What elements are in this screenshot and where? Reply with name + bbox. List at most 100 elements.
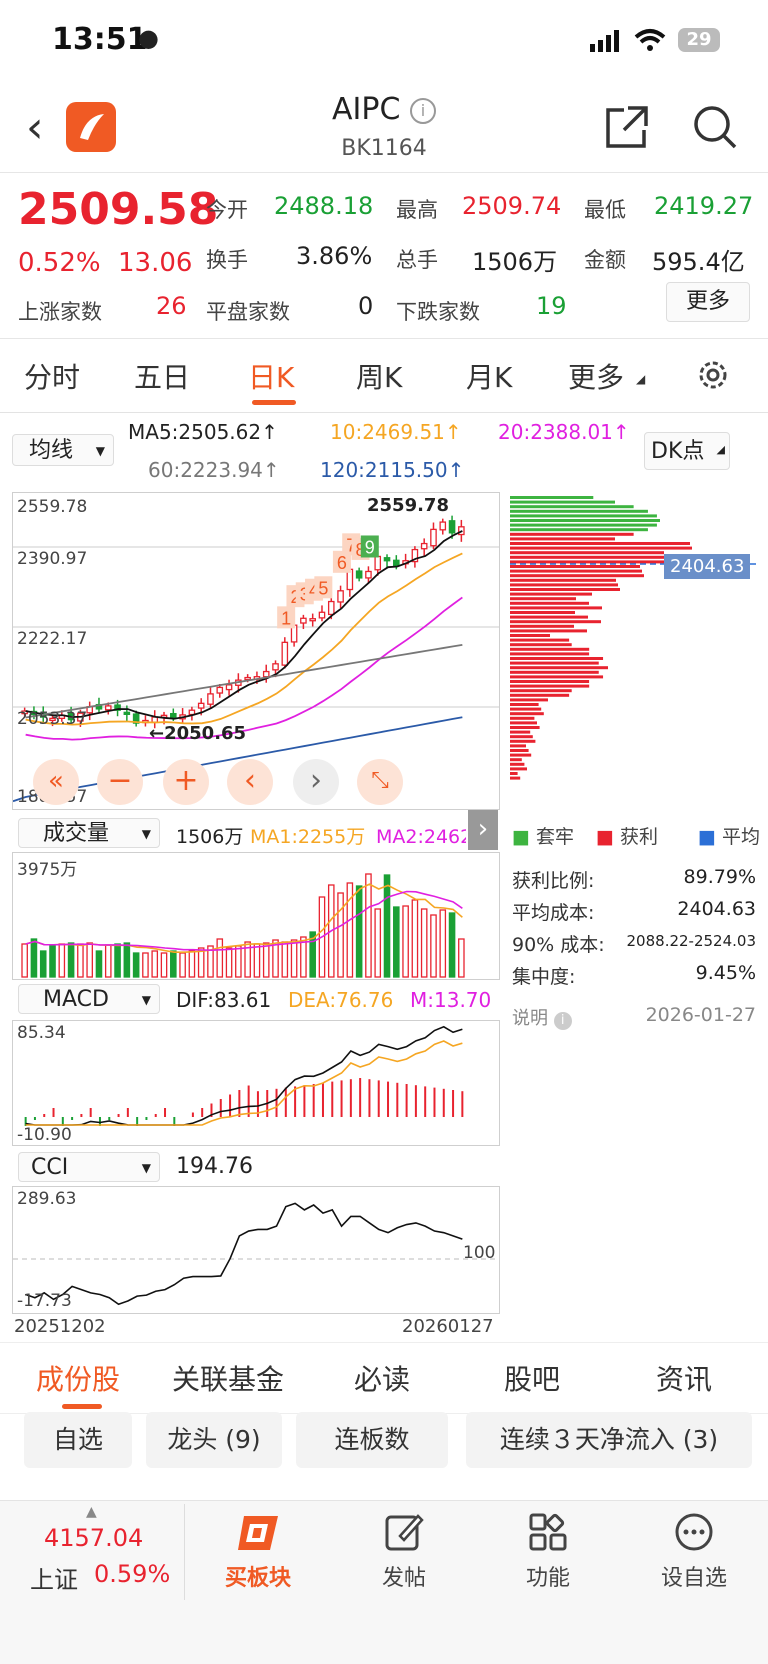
chip-bar xyxy=(510,776,521,780)
macd-tick-bottom: -10.90 xyxy=(17,1125,72,1145)
volume-indicator-select[interactable]: 成交量 ▼ xyxy=(18,818,160,848)
volume-bar xyxy=(58,943,66,978)
share-icon[interactable] xyxy=(604,104,650,150)
macd-select[interactable]: MACD ▼ xyxy=(18,984,160,1014)
tab-must-read[interactable]: 必读 xyxy=(354,1358,410,1398)
low-value: 2419.27 xyxy=(654,192,754,220)
nav-functions[interactable]: 功能 xyxy=(498,1560,598,1592)
chip-bar xyxy=(510,615,588,619)
cci-select[interactable]: CCI ▼ xyxy=(18,1152,160,1182)
dropdown-arrow-icon: ▼ xyxy=(141,827,151,841)
tab-weekly-k[interactable]: 周K xyxy=(356,356,402,396)
fullscreen-icon[interactable]: ⤡ xyxy=(357,759,403,805)
tab-more[interactable]: 更多 xyxy=(568,356,624,396)
chip-bar xyxy=(510,620,601,624)
candle xyxy=(244,676,251,681)
chip-bar xyxy=(510,601,589,605)
volume-bar xyxy=(262,942,270,978)
tab-related-funds[interactable]: 关联基金 xyxy=(172,1358,284,1398)
volume-bar xyxy=(458,938,465,978)
ma120-label: 120:2115.50↑ xyxy=(320,458,465,482)
more-button[interactable]: 更多 xyxy=(666,282,750,322)
legend-profit: ■ 获利 xyxy=(596,826,659,848)
profit-ratio-value: 89.79% xyxy=(683,866,756,888)
add-favorite-icon[interactable] xyxy=(674,1512,714,1552)
ma5-label: MA5:2505.62↑ xyxy=(128,420,278,444)
filter-favorites[interactable]: 自选 xyxy=(24,1412,132,1468)
tab-constituents[interactable]: 成份股 xyxy=(36,1358,120,1398)
kline-tick-top: 2559.78 xyxy=(17,497,88,517)
chip-bar xyxy=(510,721,537,725)
volume-bar xyxy=(411,899,419,978)
chip-bar xyxy=(510,689,572,693)
status-bar: 13:51 ● 29 xyxy=(0,0,768,80)
chip-bar xyxy=(510,675,604,679)
chip-bar xyxy=(510,666,608,670)
dk-caret-icon: ◢ xyxy=(716,443,725,456)
profit-ratio-label: 获利比例: xyxy=(512,870,595,892)
search-icon[interactable] xyxy=(692,104,738,150)
prev-icon[interactable]: ‹ xyxy=(227,759,273,805)
index-name[interactable]: 上证 xyxy=(30,1560,78,1595)
candle xyxy=(197,702,205,709)
filter-leaders[interactable]: 龙头 (9) xyxy=(146,1412,282,1468)
nav-buy-sector[interactable]: 买板块 xyxy=(208,1560,308,1592)
collapse-arrow-icon[interactable]: ▲ xyxy=(86,1504,97,1520)
chip-bar xyxy=(510,753,532,757)
next-icon[interactable]: › xyxy=(293,759,339,805)
chip-bar xyxy=(510,739,536,743)
tab-five-day[interactable]: 五日 xyxy=(134,356,190,396)
tab-news[interactable]: 资讯 xyxy=(656,1358,712,1398)
chip-bar xyxy=(510,638,570,642)
low-marker-label: ←2050.65 xyxy=(149,723,247,744)
chip-bar xyxy=(510,749,529,752)
index-value[interactable]: 4157.04 xyxy=(44,1524,143,1552)
candle xyxy=(281,641,289,666)
nav-add-favorite[interactable]: 设自选 xyxy=(644,1560,744,1592)
volume-bar xyxy=(430,914,437,978)
expand-panel-icon[interactable]: › xyxy=(468,810,498,850)
post-icon[interactable] xyxy=(384,1512,424,1552)
filter-consecutive-limit[interactable]: 连板数 xyxy=(296,1412,448,1468)
volume-bar xyxy=(197,947,205,978)
tab-forum[interactable]: 股吧 xyxy=(504,1358,560,1398)
kline-chart[interactable]: 123456789 2559.78 2390.97 2222.17 2053.3… xyxy=(12,492,500,810)
chip-bar xyxy=(510,578,616,582)
date-end: 20260127 xyxy=(402,1316,494,1337)
settings-icon[interactable] xyxy=(696,358,730,392)
cci-tick-bottom: -17.73 xyxy=(17,1291,72,1311)
note-info-icon[interactable]: i xyxy=(553,1012,572,1030)
up-count: 26 xyxy=(156,292,187,320)
cost90-value: 2088.22-2524.03 xyxy=(626,932,756,950)
chip-bar xyxy=(510,772,518,775)
chip-bar xyxy=(510,670,599,674)
tab-intraday[interactable]: 分时 xyxy=(24,356,80,396)
nav-post[interactable]: 发帖 xyxy=(354,1560,454,1592)
buy-sector-icon[interactable] xyxy=(234,1510,284,1554)
ma-select[interactable]: 均线 ▼ xyxy=(12,434,114,466)
zoom-out-icon[interactable]: − xyxy=(97,759,143,805)
chip-note[interactable]: 说明 i xyxy=(512,1004,572,1030)
up-count-label: 上涨家数 xyxy=(18,300,102,324)
chip-bar xyxy=(510,560,668,564)
chip-bar xyxy=(510,509,648,513)
concentration-label: 集中度: xyxy=(512,966,576,988)
tab-monthly-k[interactable]: 月K xyxy=(466,356,512,396)
functions-icon[interactable] xyxy=(528,1512,568,1552)
turnover-label: 换手 xyxy=(206,248,248,272)
dk-point-button[interactable]: DK点 ◢ xyxy=(644,432,730,470)
zoom-in-icon[interactable]: + xyxy=(163,759,209,805)
rewind-icon[interactable]: « xyxy=(33,759,79,805)
high-label: 最高 xyxy=(396,198,438,222)
filter-net-inflow[interactable]: 连续３天净流入 (3) xyxy=(466,1412,752,1468)
chip-bar xyxy=(510,716,535,720)
macd-chart: 85.34 -10.90 xyxy=(12,1020,500,1146)
nav-divider xyxy=(184,1504,185,1600)
battery-icon: 29 xyxy=(678,28,720,52)
volume-bar xyxy=(170,950,177,978)
volume-bar xyxy=(420,908,428,978)
tab-daily-k[interactable]: 日K xyxy=(248,356,294,396)
index-percent[interactable]: 0.59% xyxy=(94,1560,170,1588)
info-icon[interactable]: i xyxy=(409,97,436,124)
dk-marker-label: 6 xyxy=(337,553,347,573)
